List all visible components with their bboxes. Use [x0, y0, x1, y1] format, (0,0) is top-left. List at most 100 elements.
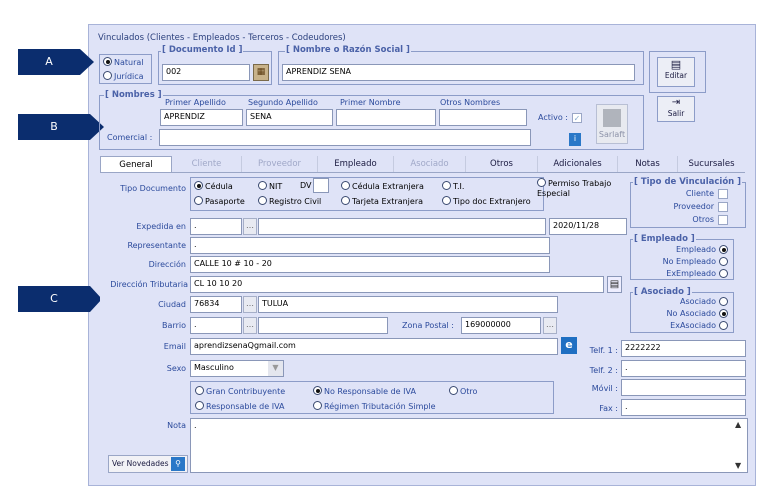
radio-registro[interactable]: Registro Civil [258, 196, 321, 206]
tab-asociado[interactable]: Asociado [394, 156, 466, 173]
activo-checkbox[interactable]: ✓ [572, 112, 582, 123]
vinc-proveedor-checkbox[interactable] [718, 202, 728, 212]
fax-input[interactable]: . [621, 399, 746, 416]
primer-nombre-input[interactable] [336, 109, 436, 126]
telf1-input[interactable]: 2222222 [621, 340, 746, 357]
razon-social-input[interactable]: APRENDIZ SENA [282, 64, 635, 81]
dir-trib-input[interactable]: CL 10 10 20 [190, 276, 604, 293]
direccion-input[interactable]: CALLE 10 # 10 - 20 [190, 256, 550, 273]
primer-apellido-input[interactable]: APRENDIZ [160, 109, 243, 126]
dir-trib-edit-button[interactable]: ▤ [607, 276, 622, 293]
radio-empleado[interactable] [719, 245, 730, 255]
radio-no-empleado[interactable] [719, 257, 730, 267]
movil-input[interactable] [621, 379, 746, 396]
callout-a: A [18, 49, 80, 75]
radio-otro[interactable]: Otro [449, 386, 477, 396]
radio-exasociado[interactable] [719, 321, 730, 331]
zona-lookup-button[interactable]: … [543, 317, 557, 334]
exit-icon: ⇥ [671, 97, 681, 108]
ciudad-input[interactable]: TULUA [258, 296, 558, 313]
info-icon[interactable]: i [569, 133, 581, 146]
sarlaft-button[interactable]: Sarlaft [596, 104, 628, 144]
tab-sucursales[interactable]: Sucursales [678, 156, 745, 173]
tab-proveedor[interactable]: Proveedor [242, 156, 318, 173]
otros-nombres-input[interactable] [439, 109, 527, 126]
radio-no-empleado-dot [719, 257, 728, 266]
radio-tipo-ext[interactable]: Tipo doc Extranjero [442, 196, 531, 206]
telf2-input[interactable]: . [621, 360, 746, 377]
radio-asociado[interactable] [719, 297, 730, 307]
documento-input[interactable]: 002 [162, 64, 250, 81]
representante-input[interactable]: . [190, 237, 550, 254]
radio-simple[interactable]: Régimen Tributación Simple [313, 401, 436, 411]
expedida-lookup-button[interactable]: … [243, 218, 257, 235]
documento-legend: [ Documento Id ] [161, 45, 244, 55]
nota-textarea[interactable]: . [190, 418, 748, 473]
radio-exempleado[interactable] [719, 269, 730, 279]
radio-resp-label: Responsable de IVA [206, 402, 285, 411]
check-icon: ✓ [572, 113, 582, 123]
radio-juridica[interactable]: Jurídica [103, 71, 144, 81]
dir-trib-label: Dirección Tributaria [110, 280, 188, 289]
radio-cedula-ext[interactable]: Cédula Extranjera [341, 181, 424, 191]
radio-permiso-dot [537, 178, 546, 187]
expedida-input[interactable]: . [190, 218, 242, 235]
segundo-apellido-input[interactable]: SENA [246, 109, 333, 126]
radio-gran[interactable]: Gran Contribuyente [195, 386, 285, 396]
vinc-otros-checkbox[interactable] [718, 215, 728, 225]
barrio-input[interactable]: . [190, 317, 242, 334]
radio-no-asociado[interactable] [719, 309, 730, 319]
tab-general[interactable]: General [100, 156, 172, 173]
scroll-down-icon[interactable]: ▼ [735, 461, 741, 470]
radio-resp[interactable]: Responsable de IVA [195, 401, 285, 411]
tab-adicionales[interactable]: Adicionales [538, 156, 618, 173]
telf2-label: Telf. 2 : [589, 366, 618, 375]
radio-ti[interactable]: T.I. [442, 181, 464, 191]
edit-icon: ▤ [670, 58, 682, 71]
radio-cedula[interactable]: Cédula [194, 181, 233, 191]
radio-cedula-ext-label: Cédula Extranjera [352, 182, 424, 191]
radio-registro-label: Registro Civil [269, 197, 322, 206]
radio-permiso[interactable]: Permiso Trabajo Especial [537, 178, 617, 199]
vinc-cliente-label: Cliente [685, 189, 714, 198]
tab-notas[interactable]: Notas [618, 156, 678, 173]
grid-icon: ▦ [256, 67, 266, 77]
ver-novedades-button[interactable]: Ver Novedades ⚲ [108, 455, 188, 473]
ciudad-lookup-button[interactable]: … [243, 296, 257, 313]
radio-natural[interactable]: Natural [103, 57, 144, 67]
tab-cliente[interactable]: Cliente [172, 156, 242, 173]
radio-natural-dot [103, 57, 112, 66]
callout-b: B [18, 114, 90, 140]
edit-button-label: Editar [664, 71, 688, 80]
barrio-lookup-button[interactable]: … [243, 317, 257, 334]
zona-input[interactable]: 169000000 [461, 317, 541, 334]
exit-button[interactable]: ⇥ Salir [657, 96, 695, 122]
direccion-label: Dirección [148, 260, 186, 269]
vinc-cliente-box [718, 189, 728, 199]
vinc-cliente-checkbox[interactable] [718, 189, 728, 199]
vinc-proveedor-label: Proveedor [673, 202, 714, 211]
barrio-name-input[interactable] [258, 317, 388, 334]
radio-pasaporte[interactable]: Pasaporte [194, 196, 245, 206]
radio-no-resp[interactable]: No Responsable de IVA [313, 386, 416, 396]
expedida-date-input[interactable]: 2020/11/28 [549, 218, 627, 235]
radio-exempleado-dot [719, 269, 728, 278]
scroll-up-icon[interactable]: ▲ [735, 420, 741, 429]
email-input[interactable]: aprendizsenaQgmail.com [190, 338, 558, 355]
dv-input[interactable] [313, 178, 329, 193]
radio-tarjeta-ext[interactable]: Tarjeta Extranjera [341, 196, 423, 206]
radio-cedula-label: Cédula [205, 182, 233, 191]
documento-lookup-button[interactable]: ▦ [253, 64, 269, 81]
tab-empleado[interactable]: Empleado [318, 156, 394, 173]
window-title: Vinculados (Clientes - Empleados - Terce… [98, 33, 346, 43]
search-icon: ⚲ [171, 457, 185, 471]
ciudad-code-input[interactable]: 76834 [190, 296, 242, 313]
radio-juridica-dot [103, 71, 112, 80]
comercial-input[interactable] [159, 129, 531, 146]
edit-button[interactable]: ▤ Editar [657, 57, 695, 87]
barrio-label: Barrio [162, 321, 186, 330]
radio-nit[interactable]: NIT [258, 181, 282, 191]
expedida-name-input[interactable] [258, 218, 546, 235]
chevron-down-icon[interactable]: ▼ [268, 361, 283, 376]
tab-otros[interactable]: Otros [466, 156, 538, 173]
